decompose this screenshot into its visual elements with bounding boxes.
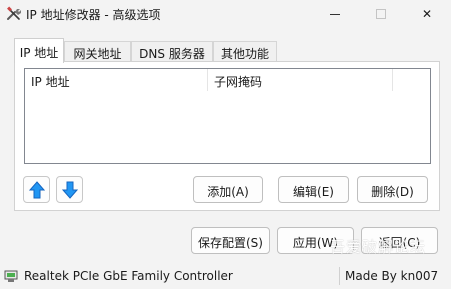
status-bar: Realtek PCIe GbE Family Controller Made …: [0, 263, 451, 289]
list-header: IP 地址 子网掩码: [25, 69, 430, 91]
tab-gateway[interactable]: 网关地址: [64, 41, 131, 62]
column-header-ip-address[interactable]: IP 地址: [25, 69, 208, 91]
move-down-button[interactable]: [56, 176, 83, 203]
minimize-icon: [330, 13, 340, 15]
tab-dns-server[interactable]: DNS 服务器: [131, 41, 213, 62]
close-button[interactable]: ✕: [404, 0, 450, 28]
add-button[interactable]: 添加(A): [193, 176, 263, 203]
arrow-down-icon: [61, 181, 78, 199]
tab-panel: IP 地址 子网掩码 添加(A) 编辑(E) 删除(D): [14, 61, 440, 211]
tab-other-functions[interactable]: 其他功能: [213, 41, 277, 62]
arrow-up-icon: [28, 180, 45, 198]
tools-icon: [6, 6, 22, 22]
minimize-button[interactable]: [312, 0, 358, 28]
move-up-button[interactable]: [23, 176, 50, 203]
adapter-name: Realtek PCIe GbE Family Controller: [24, 269, 233, 283]
save-config-button[interactable]: 保存配置(S): [191, 227, 270, 254]
window-title: IP 地址修改器 - 高级选项: [26, 8, 161, 22]
network-adapter-icon: [4, 269, 18, 283]
watermark: 吾爱破解论坛: [330, 238, 427, 256]
column-header-subnet-mask[interactable]: 子网掩码: [208, 69, 393, 91]
edit-button[interactable]: 编辑(E): [278, 176, 349, 203]
ip-address-list[interactable]: IP 地址 子网掩码: [24, 68, 431, 164]
tab-ip-address[interactable]: IP 地址: [14, 38, 64, 63]
author-credit: Made By kn007: [345, 269, 439, 283]
maximize-button[interactable]: [358, 0, 404, 28]
title-bar: IP 地址修改器 - 高级选项 ✕: [0, 0, 451, 28]
delete-button[interactable]: 删除(D): [357, 176, 428, 203]
maximize-icon: [376, 9, 386, 19]
status-divider: [339, 267, 340, 285]
close-icon: ✕: [421, 7, 433, 21]
